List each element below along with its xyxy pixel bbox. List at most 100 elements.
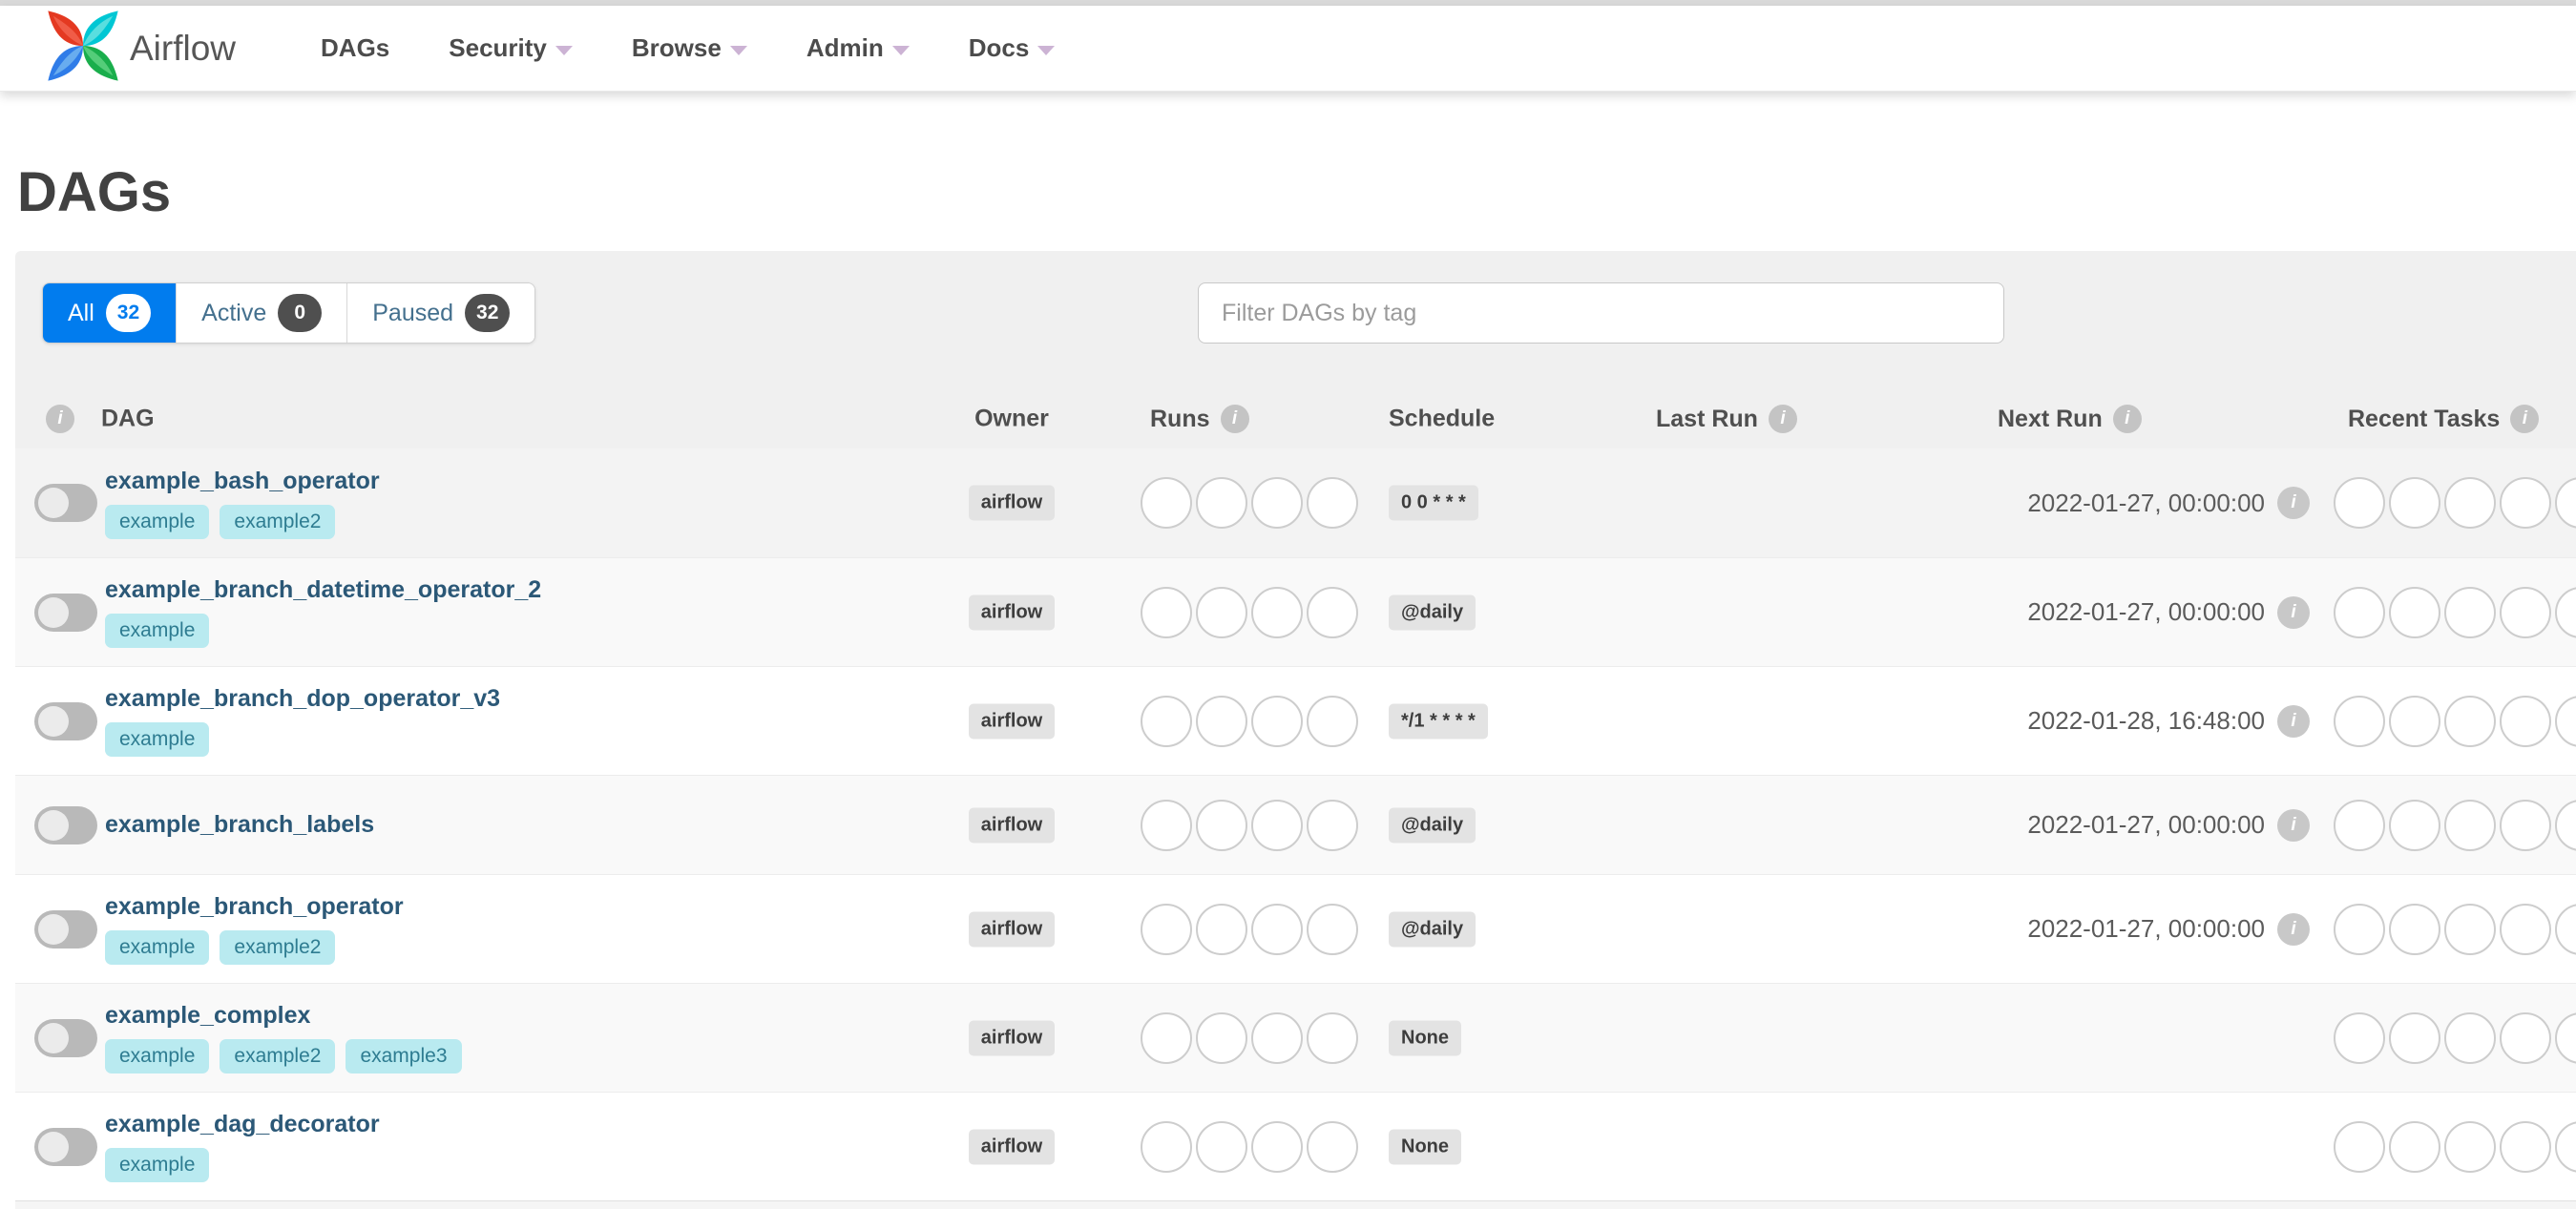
task-status-circle[interactable] xyxy=(2444,695,2496,747)
run-status-circle[interactable] xyxy=(1196,799,1247,851)
task-status-circle[interactable] xyxy=(2334,477,2385,529)
task-status-circle[interactable] xyxy=(2555,799,2576,851)
run-status-circle[interactable] xyxy=(1251,903,1303,955)
dag-name-link[interactable]: example_bash_operator xyxy=(105,468,380,495)
run-status-circle[interactable] xyxy=(1251,586,1303,638)
dag-tag[interactable]: example xyxy=(105,504,210,539)
dag-tag[interactable]: example2 xyxy=(220,504,336,539)
tab-paused[interactable]: Paused 32 xyxy=(346,283,535,343)
airflow-brand[interactable]: Airflow xyxy=(46,9,236,88)
task-status-circle[interactable] xyxy=(2389,1011,2440,1064)
run-status-circle[interactable] xyxy=(1251,477,1303,529)
task-status-circle[interactable] xyxy=(2389,799,2440,851)
dag-name-link[interactable]: example_branch_labels xyxy=(105,811,374,839)
task-status-circle[interactable] xyxy=(2334,695,2385,747)
run-status-circle[interactable] xyxy=(1196,477,1247,529)
dag-pause-toggle[interactable] xyxy=(34,593,97,632)
dag-pause-toggle[interactable] xyxy=(34,909,97,948)
task-status-circle[interactable] xyxy=(2500,903,2551,955)
task-status-circle[interactable] xyxy=(2444,903,2496,955)
run-status-circle[interactable] xyxy=(1307,1120,1358,1173)
task-status-circle[interactable] xyxy=(2334,799,2385,851)
task-status-circle[interactable] xyxy=(2389,1120,2440,1173)
run-status-circle[interactable] xyxy=(1307,1011,1358,1064)
run-status-circle[interactable] xyxy=(1141,477,1192,529)
task-status-circle[interactable] xyxy=(2444,586,2496,638)
dag-tag[interactable]: example xyxy=(105,1148,210,1182)
dag-pause-toggle[interactable] xyxy=(34,1018,97,1057)
task-status-circle[interactable] xyxy=(2334,1011,2385,1064)
task-status-circle[interactable] xyxy=(2555,1120,2576,1173)
run-status-circle[interactable] xyxy=(1141,1011,1192,1064)
task-status-circle[interactable] xyxy=(2500,799,2551,851)
nav-item-admin[interactable]: Admin xyxy=(777,6,939,92)
run-status-circle[interactable] xyxy=(1307,799,1358,851)
run-status-circle[interactable] xyxy=(1141,1120,1192,1173)
task-status-circle[interactable] xyxy=(2500,1011,2551,1064)
dag-tag[interactable]: example3 xyxy=(346,1039,462,1074)
task-status-circle[interactable] xyxy=(2444,1120,2496,1173)
task-status-circle[interactable] xyxy=(2444,477,2496,529)
info-icon: i xyxy=(2277,704,2310,738)
run-status-circle[interactable] xyxy=(1307,586,1358,638)
dag-name-link[interactable]: example_complex xyxy=(105,1002,462,1030)
task-status-circle[interactable] xyxy=(2334,1120,2385,1173)
dag-name-link[interactable]: example_dag_decorator xyxy=(105,1111,380,1138)
run-status-circle[interactable] xyxy=(1307,477,1358,529)
task-status-circle[interactable] xyxy=(2555,695,2576,747)
dag-tag[interactable]: example xyxy=(105,1039,210,1074)
dag-pause-toggle[interactable] xyxy=(34,701,97,740)
run-status-circle[interactable] xyxy=(1251,1011,1303,1064)
run-status-circle[interactable] xyxy=(1141,695,1192,747)
chevron-down-icon xyxy=(729,45,747,55)
dag-tag[interactable]: example xyxy=(105,722,210,757)
task-status-circle[interactable] xyxy=(2555,903,2576,955)
run-status-circle[interactable] xyxy=(1251,695,1303,747)
run-status-circle[interactable] xyxy=(1307,903,1358,955)
dag-pause-toggle[interactable] xyxy=(34,484,97,522)
dag-pause-toggle[interactable] xyxy=(34,1127,97,1166)
task-status-circle[interactable] xyxy=(2389,586,2440,638)
task-status-circle[interactable] xyxy=(2555,477,2576,529)
run-status-circle[interactable] xyxy=(1196,695,1247,747)
task-status-circle[interactable] xyxy=(2555,586,2576,638)
task-status-circle[interactable] xyxy=(2389,903,2440,955)
run-status-circle[interactable] xyxy=(1141,586,1192,638)
task-status-circle[interactable] xyxy=(2444,799,2496,851)
task-status-circle[interactable] xyxy=(2500,477,2551,529)
run-status-circle[interactable] xyxy=(1141,903,1192,955)
task-status-circle[interactable] xyxy=(2500,695,2551,747)
nav-item-dags[interactable]: DAGs xyxy=(291,6,419,92)
dag-name-link[interactable]: example_branch_datetime_operator_2 xyxy=(105,576,541,604)
task-status-circle[interactable] xyxy=(2389,695,2440,747)
task-status-circle[interactable] xyxy=(2334,586,2385,638)
task-status-circle[interactable] xyxy=(2389,477,2440,529)
dag-tag[interactable]: example2 xyxy=(220,930,336,965)
task-status-circle[interactable] xyxy=(2500,1120,2551,1173)
run-status-circle[interactable] xyxy=(1141,799,1192,851)
dag-name-link[interactable]: example_branch_dop_operator_v3 xyxy=(105,685,500,713)
task-status-circle[interactable] xyxy=(2555,1011,2576,1064)
dag-pause-toggle[interactable] xyxy=(34,805,97,844)
task-status-circle[interactable] xyxy=(2334,903,2385,955)
run-status-circle[interactable] xyxy=(1196,1011,1247,1064)
run-status-circle[interactable] xyxy=(1307,695,1358,747)
dag-name-link[interactable]: example_branch_operator xyxy=(105,893,404,921)
dag-tag[interactable]: example xyxy=(105,614,210,648)
nav-item-browse[interactable]: Browse xyxy=(602,6,777,92)
nav-item-security[interactable]: Security xyxy=(419,6,602,92)
tab-all[interactable]: All 32 xyxy=(43,283,177,343)
filter-dags-by-tag-input[interactable] xyxy=(1198,282,2004,344)
run-status-circle[interactable] xyxy=(1251,799,1303,851)
dag-tag[interactable]: example2 xyxy=(220,1039,336,1074)
dag-tag[interactable]: example xyxy=(105,930,210,965)
task-status-circle[interactable] xyxy=(2444,1011,2496,1064)
run-status-circle[interactable] xyxy=(1251,1120,1303,1173)
run-status-circle[interactable] xyxy=(1196,903,1247,955)
run-status-circle[interactable] xyxy=(1196,1120,1247,1173)
nav-item-docs[interactable]: Docs xyxy=(939,6,1085,92)
tab-active[interactable]: Active 0 xyxy=(176,283,347,343)
task-status-circle[interactable] xyxy=(2500,586,2551,638)
run-status-circle[interactable] xyxy=(1196,586,1247,638)
dag-cell: example_bash_operator example example2 xyxy=(105,448,380,557)
